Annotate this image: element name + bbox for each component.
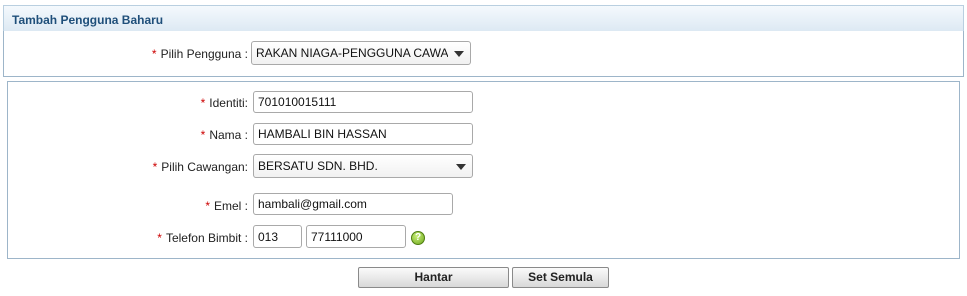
pilih-cawangan-label-text: * Pilih Cawangan: <box>153 160 248 174</box>
identiti-label-wrap: * Identiti: <box>8 96 248 110</box>
pilih-cawangan-select[interactable]: BERSATU SDN. BHD. <box>253 154 473 178</box>
submit-button[interactable]: Hantar <box>358 267 509 288</box>
user-type-section: * Pilih Pengguna : RAKAN NIAGA-PENGGUNA C… <box>3 31 964 77</box>
pilih-cawangan-value: BERSATU SDN. BHD. <box>258 159 378 173</box>
identiti-label-text: * Identiti: <box>201 96 248 110</box>
emel-label: Emel : <box>213 199 248 213</box>
telefon-number-input[interactable] <box>306 225 406 248</box>
identiti-label: Identiti: <box>209 96 248 110</box>
user-details-section: *Identiti: *Nama : *Pilih Cawangan: BERS… <box>7 81 960 259</box>
required-mark: * <box>152 160 158 174</box>
pilih-cawangan-label-wrap: * Pilih Cawangan: <box>8 160 248 174</box>
identiti-input[interactable] <box>253 91 473 113</box>
emel-label-text: * Emel : <box>205 199 248 213</box>
pilih-pengguna-value: RAKAN NIAGA-PENGGUNA CAWANGAN <box>256 46 448 60</box>
panel-header: Tambah Pengguna Baharu <box>3 5 964 32</box>
telefon-label: Telefon Bimbit : <box>165 231 248 245</box>
help-icon[interactable]: ? <box>411 231 425 245</box>
panel-title: Tambah Pengguna Baharu <box>12 13 164 27</box>
nama-label-wrap: * Nama : <box>8 128 248 142</box>
required-mark: * <box>157 231 162 245</box>
pilih-pengguna-select[interactable]: RAKAN NIAGA-PENGGUNA CAWANGAN <box>251 41 471 65</box>
nama-label-text: * Nama : <box>201 128 248 142</box>
required-mark: * <box>151 47 157 61</box>
pilih-pengguna-label-wrap: * Pilih Pengguna : <box>4 47 248 61</box>
emel-input[interactable] <box>253 193 453 215</box>
pilih-pengguna-label: Pilih Pengguna : <box>160 47 248 61</box>
required-mark: * <box>200 96 206 110</box>
chevron-down-icon <box>456 164 466 170</box>
pilih-pengguna-label-text: * Pilih Pengguna : <box>152 47 248 61</box>
telefon-label-text: * Telefon Bimbit : <box>157 231 248 245</box>
pilih-cawangan-label: Pilih Cawangan: <box>161 160 248 174</box>
nama-input[interactable] <box>253 123 473 145</box>
telefon-label-wrap: * Telefon Bimbit : <box>8 231 248 245</box>
emel-label-wrap: * Emel : <box>8 199 248 213</box>
telefon-prefix-input[interactable] <box>253 225 302 248</box>
reset-button[interactable]: Set Semula <box>512 267 609 288</box>
required-mark: * <box>205 199 210 213</box>
nama-label: Nama : <box>209 128 248 142</box>
required-mark: * <box>200 128 206 142</box>
chevron-down-icon <box>454 51 464 57</box>
